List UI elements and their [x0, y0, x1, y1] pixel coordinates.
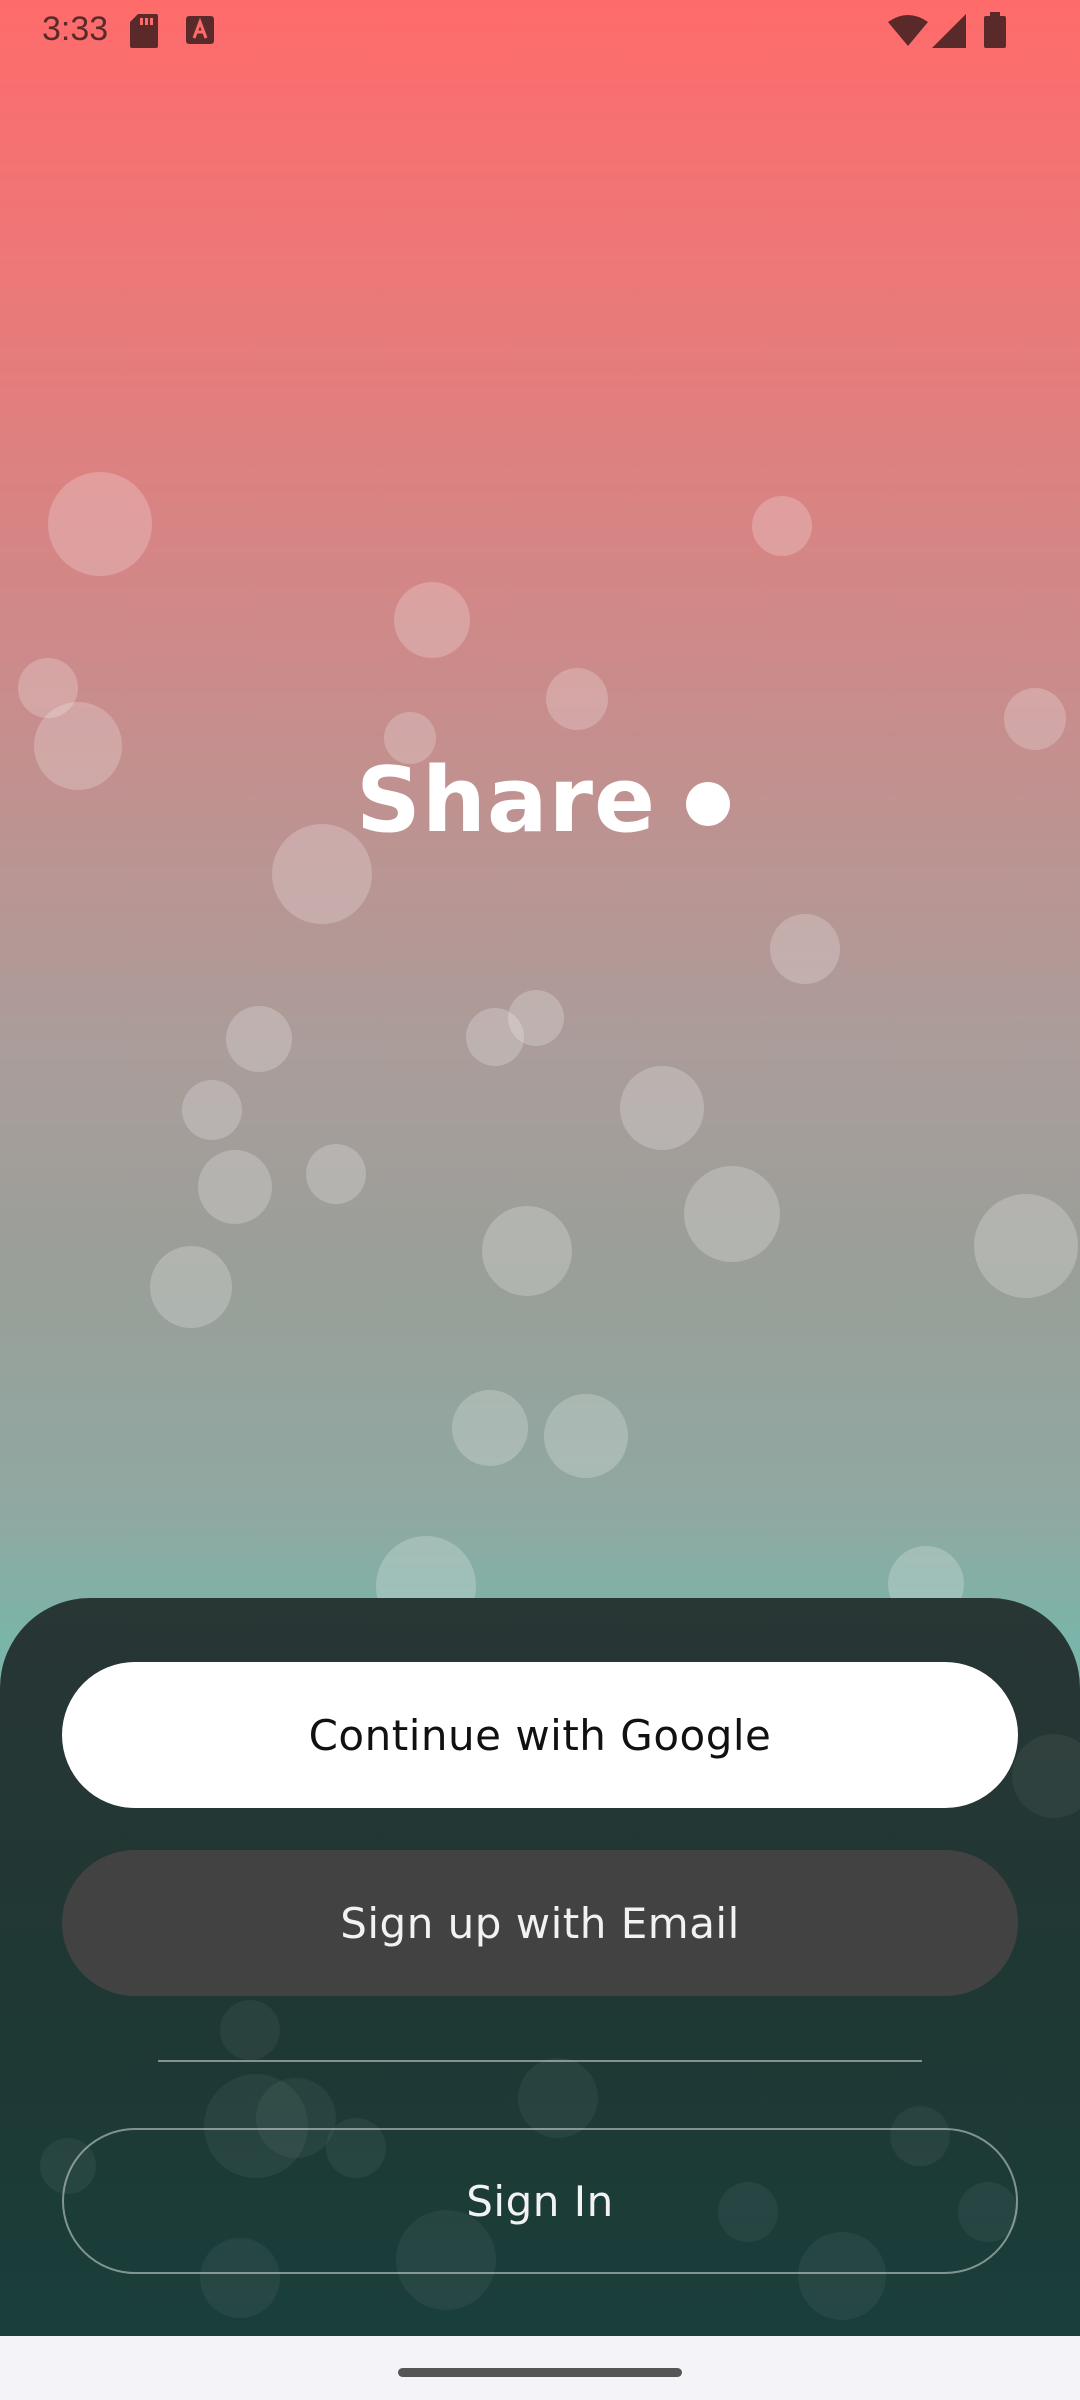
app-logo: Share — [356, 740, 731, 860]
background-bubble — [1004, 688, 1066, 750]
background-bubble — [684, 1166, 780, 1262]
a-text-icon — [186, 16, 214, 49]
signal-icon — [932, 14, 966, 53]
continue-with-google-button[interactable]: Continue with Google — [62, 1662, 1018, 1808]
logo-dot-icon — [686, 782, 731, 826]
wifi-icon — [888, 14, 928, 51]
home-indicator[interactable] — [398, 2368, 682, 2377]
divider — [158, 2060, 922, 2062]
sd-card-icon — [130, 14, 158, 53]
background-bubble — [394, 582, 470, 658]
background-bubble — [34, 702, 122, 790]
background-bubble — [518, 2058, 598, 2138]
background-bubble — [452, 1390, 528, 1466]
status-bar: 3:33 — [0, 0, 1080, 62]
sign-up-with-email-label: Sign up with Email — [340, 1898, 740, 1948]
background-bubble — [150, 1246, 232, 1328]
background-bubble — [306, 1144, 366, 1204]
background-bubble — [182, 1080, 242, 1140]
status-time: 3:33 — [42, 10, 109, 48]
background-bubble — [770, 914, 840, 984]
background-bubble — [544, 1394, 628, 1478]
battery-icon — [984, 12, 1006, 53]
continue-with-google-label: Continue with Google — [308, 1710, 772, 1760]
background-bubble — [1012, 1734, 1080, 1818]
background-bubble — [974, 1194, 1078, 1298]
app-logo-text: Share — [356, 747, 657, 853]
sign-in-button[interactable]: Sign In — [62, 2128, 1018, 2274]
background-bubble — [546, 668, 608, 730]
background-bubble — [48, 472, 152, 576]
background-bubble — [620, 1066, 704, 1150]
background-bubble — [508, 990, 564, 1046]
auth-panel: Continue with Google Sign up with Email … — [0, 1598, 1080, 2336]
background-bubble — [752, 496, 812, 556]
background-bubble — [198, 1150, 272, 1224]
navigation-bar — [0, 2336, 1080, 2400]
background-bubble — [226, 1006, 292, 1072]
sign-up-with-email-button[interactable]: Sign up with Email — [62, 1850, 1018, 1996]
background-bubble — [220, 2000, 280, 2060]
welcome-screen: 3:33 Share Continue with Google Sign up … — [0, 0, 1080, 2336]
background-bubble — [482, 1206, 572, 1296]
sign-in-label: Sign In — [466, 2176, 614, 2226]
